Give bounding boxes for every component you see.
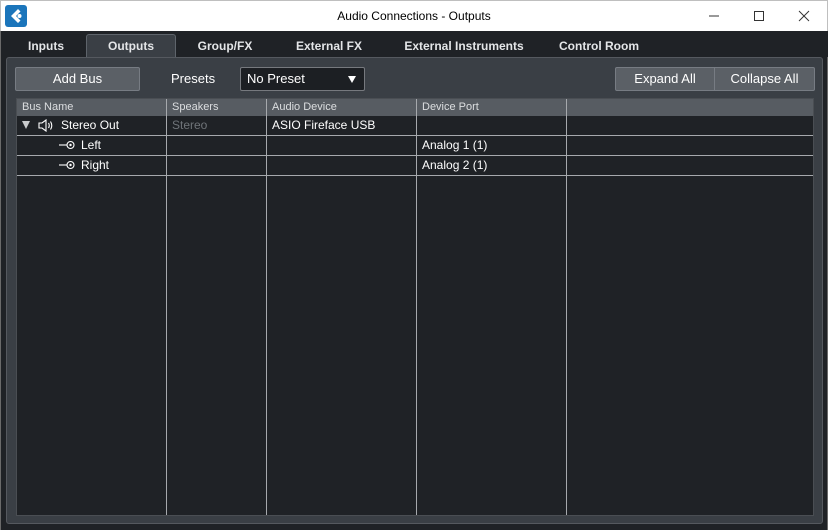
speaker-icon <box>38 119 53 132</box>
tab-external-fx[interactable]: External FX <box>274 35 384 57</box>
output-port-icon <box>59 160 75 170</box>
tab-external-instruments[interactable]: External Instruments <box>388 35 540 57</box>
tab-bar: Inputs Outputs Group/FX External FX Exte… <box>2 31 828 58</box>
column-device-port[interactable]: Device Port <box>417 99 567 116</box>
column-bus-name[interactable]: Bus Name <box>17 99 167 116</box>
column-speakers[interactable]: Speakers <box>167 99 267 116</box>
outputs-panel: Add Bus Presets No Preset Expand All Col… <box>6 57 823 524</box>
maximize-icon <box>754 11 764 21</box>
bus-table: Bus Name Speakers Audio Device Device Po… <box>16 98 814 516</box>
device-port-cell[interactable]: Analog 2 (1) <box>422 156 487 175</box>
bus-name-cell: Right <box>81 158 110 172</box>
table-row-left[interactable]: Left Analog 1 (1) <box>17 136 813 155</box>
close-button[interactable] <box>781 1 827 31</box>
audio-device-cell[interactable]: ASIO Fireface USB <box>272 116 375 135</box>
title-bar: Audio Connections - Outputs <box>0 0 828 31</box>
close-icon <box>798 10 810 22</box>
tab-group-fx[interactable]: Group/FX <box>180 35 270 57</box>
bus-name-cell: Left <box>81 138 102 152</box>
tab-outputs[interactable]: Outputs <box>86 34 176 58</box>
expand-all-button[interactable]: Expand All <box>615 67 715 91</box>
window-body: Inputs Outputs Group/FX External FX Exte… <box>0 31 828 530</box>
minimize-icon <box>709 15 719 17</box>
tab-inputs[interactable]: Inputs <box>10 35 82 57</box>
preset-dropdown[interactable]: No Preset <box>240 67 365 91</box>
device-port-cell[interactable]: Analog 1 (1) <box>422 136 487 155</box>
preset-value: No Preset <box>247 71 305 86</box>
table-row-right[interactable]: Right Analog 2 (1) <box>17 156 813 175</box>
caret-down-icon <box>348 76 356 83</box>
bus-name-cell: Stereo Out <box>61 118 120 132</box>
output-port-icon <box>59 140 75 150</box>
table-row-stereo-out[interactable]: Stereo Out Stereo ASIO Fireface USB <box>17 116 813 135</box>
table-header: Bus Name Speakers Audio Device Device Po… <box>17 99 813 116</box>
maximize-button[interactable] <box>736 1 782 31</box>
speakers-cell: Stereo <box>172 118 208 132</box>
tab-control-room[interactable]: Control Room <box>544 35 654 57</box>
column-audio-device[interactable]: Audio Device <box>267 99 417 116</box>
expand-triangle-icon[interactable] <box>21 120 31 130</box>
row-divider <box>17 175 813 176</box>
collapse-all-button[interactable]: Collapse All <box>714 67 815 91</box>
presets-label: Presets <box>171 71 216 86</box>
add-bus-button[interactable]: Add Bus <box>15 67 140 91</box>
minimize-button[interactable] <box>691 1 737 31</box>
